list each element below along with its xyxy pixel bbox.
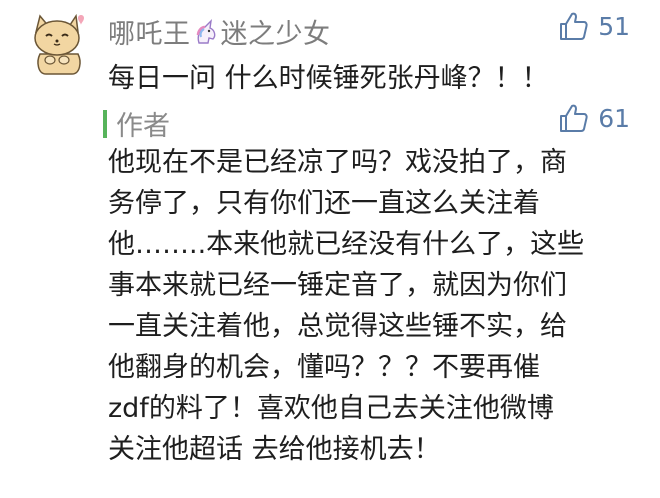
comment-text: 每日一问 什么时候锤死张丹峰？！！ bbox=[108, 63, 549, 94]
reply-line: 他翻身的机会，懂吗？？？不要再催 bbox=[108, 352, 540, 383]
reply-line: 事本来就已经一锤定音了，就因为你们 bbox=[108, 270, 567, 301]
reply-line: 他……..本来他就已经没有什么了，这些 bbox=[108, 229, 585, 260]
like-count: 61 bbox=[598, 103, 630, 133]
reply-text: 他现在不是已经凉了吗？戏没拍了，商 务停了，只有你们还一直这么关注着 他……..… bbox=[108, 142, 618, 470]
author-label: 作者 bbox=[116, 111, 170, 142]
cat-avatar-icon bbox=[26, 10, 90, 76]
comment-like-button[interactable]: 51 bbox=[558, 10, 630, 42]
reply-line: 关注他超话 去给他接机去！ bbox=[108, 434, 441, 465]
reply-line: zdf的料了！喜欢他自己去关注他微博 bbox=[108, 393, 554, 424]
reply-line: 一直关注着他，总觉得这些锤不实，给 bbox=[108, 311, 567, 342]
like-count: 51 bbox=[598, 11, 630, 41]
thumbs-up-icon bbox=[560, 104, 588, 132]
username-prefix: 哪吒王 bbox=[108, 19, 191, 50]
username-suffix: 迷之少女 bbox=[220, 19, 331, 50]
reply-line: 他现在不是已经凉了吗？戏没拍了，商 bbox=[108, 147, 567, 178]
thumbs-up-icon bbox=[560, 12, 588, 40]
author-indicator-bar bbox=[103, 110, 107, 138]
user-avatar[interactable] bbox=[26, 10, 90, 76]
reply-line: 务停了，只有你们还一直这么关注着 bbox=[108, 188, 540, 219]
reply-like-button[interactable]: 61 bbox=[558, 102, 630, 134]
unicorn-icon bbox=[193, 19, 219, 54]
comment-username[interactable]: 哪吒王 迷之少女 bbox=[108, 12, 331, 54]
